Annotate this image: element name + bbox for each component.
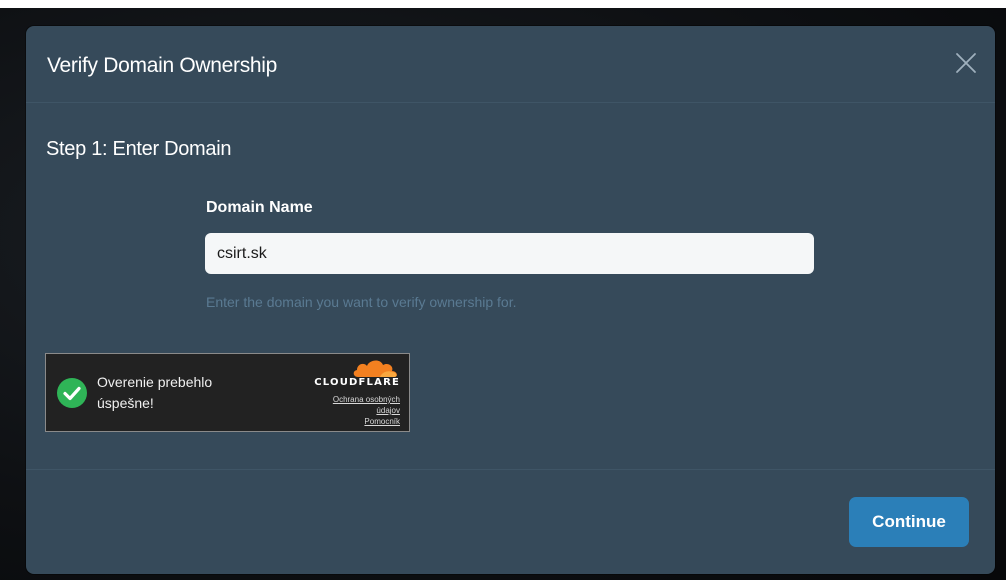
step-title: Step 1: Enter Domain [46,138,232,160]
footer-divider [26,469,995,470]
cloudflare-turnstile-widget: Overenie prebehlo úspešne! CLOUDFLARE Oc… [45,353,410,432]
domain-name-label: Domain Name [206,199,313,216]
modal-header: Verify Domain Ownership [26,26,995,103]
domain-help-text: Enter the domain you want to verify owne… [206,294,517,310]
domain-name-input[interactable] [205,233,814,274]
modal-title: Verify Domain Ownership [47,54,278,77]
privacy-link-line2[interactable]: údajov [376,406,400,415]
cloudflare-logo-text: CLOUDFLARE [314,377,400,388]
continue-button[interactable]: Continue [849,497,969,547]
privacy-link-line1[interactable]: Ochrana osobných [333,395,400,404]
captcha-status-text: Overenie prebehlo úspešne! [97,374,213,411]
verify-domain-modal: Verify Domain Ownership Step 1: Enter Do… [26,26,995,574]
help-link[interactable]: Pomocník [364,417,400,426]
cloudflare-cloud-icon [350,358,402,378]
check-circle-icon [57,378,87,408]
close-icon[interactable] [955,52,977,74]
